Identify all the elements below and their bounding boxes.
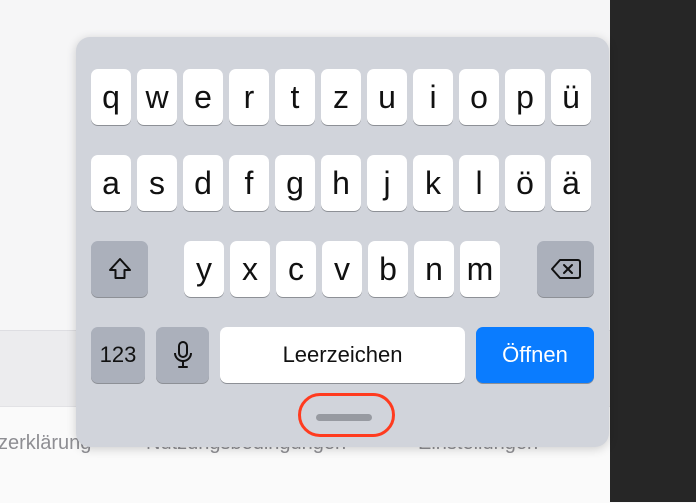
- key-r[interactable]: r: [229, 69, 269, 125]
- key-d[interactable]: d: [183, 155, 223, 211]
- key-p[interactable]: p: [505, 69, 545, 125]
- key-z[interactable]: z: [321, 69, 361, 125]
- key-t[interactable]: t: [275, 69, 315, 125]
- key-c[interactable]: c: [276, 241, 316, 297]
- key-x[interactable]: x: [230, 241, 270, 297]
- key-f[interactable]: f: [229, 155, 269, 211]
- key-a-umlaut[interactable]: ä: [551, 155, 591, 211]
- delete-key[interactable]: [537, 241, 594, 297]
- handle-highlight-annotation: [298, 393, 395, 437]
- microphone-icon: [172, 340, 194, 370]
- open-return-key[interactable]: Öffnen: [476, 327, 594, 383]
- key-u-umlaut[interactable]: ü: [551, 69, 591, 125]
- floating-keyboard: q w e r t z u i o p ü a s d f g h j k l …: [76, 37, 609, 447]
- key-a[interactable]: a: [91, 155, 131, 211]
- dark-side-panel: [610, 0, 696, 502]
- key-g[interactable]: g: [275, 155, 315, 211]
- shift-key[interactable]: [91, 241, 148, 297]
- dictation-key[interactable]: [156, 327, 209, 383]
- key-j[interactable]: j: [367, 155, 407, 211]
- shift-icon: [107, 256, 133, 282]
- key-b[interactable]: b: [368, 241, 408, 297]
- key-u[interactable]: u: [367, 69, 407, 125]
- key-e[interactable]: e: [183, 69, 223, 125]
- key-n[interactable]: n: [414, 241, 454, 297]
- key-m[interactable]: m: [460, 241, 500, 297]
- key-k[interactable]: k: [413, 155, 453, 211]
- key-s[interactable]: s: [137, 155, 177, 211]
- numbers-key[interactable]: 123: [91, 327, 145, 383]
- key-y[interactable]: y: [184, 241, 224, 297]
- key-w[interactable]: w: [137, 69, 177, 125]
- key-v[interactable]: v: [322, 241, 362, 297]
- key-q[interactable]: q: [91, 69, 131, 125]
- key-l[interactable]: l: [459, 155, 499, 211]
- key-h[interactable]: h: [321, 155, 361, 211]
- key-o[interactable]: o: [459, 69, 499, 125]
- space-key[interactable]: Leerzeichen: [220, 327, 465, 383]
- key-o-umlaut[interactable]: ö: [505, 155, 545, 211]
- key-i[interactable]: i: [413, 69, 453, 125]
- backspace-icon: [550, 257, 582, 281]
